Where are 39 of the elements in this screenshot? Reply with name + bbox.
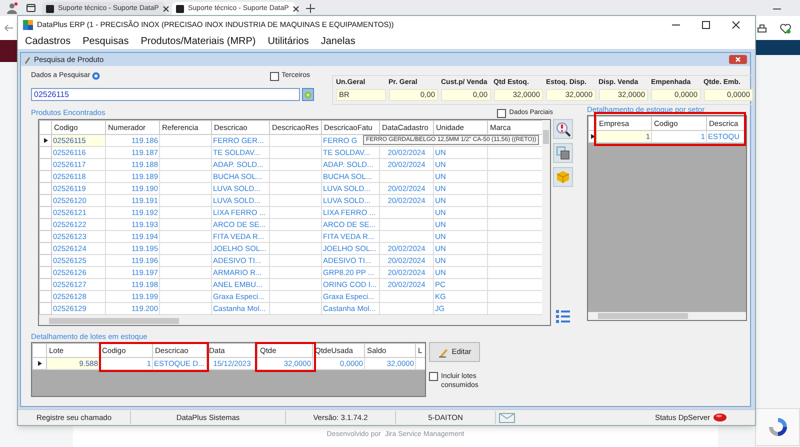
app-logo-icon <box>23 20 33 30</box>
close-icon[interactable] <box>292 6 299 12</box>
search-button[interactable] <box>302 88 314 101</box>
favicon-icon <box>176 5 184 13</box>
recaptcha-icon <box>766 416 788 438</box>
checkbox[interactable] <box>270 72 279 80</box>
scrollbar[interactable] <box>588 312 746 320</box>
heart-icon[interactable] <box>780 24 791 34</box>
tab-actions-icon[interactable] <box>26 3 36 13</box>
search-alert-icon[interactable] <box>553 119 573 139</box>
pencil-icon <box>438 346 449 358</box>
maximize-icon[interactable] <box>702 21 710 29</box>
close-icon[interactable] <box>162 6 169 12</box>
close-icon <box>735 57 741 62</box>
current-row-icon <box>44 138 48 143</box>
menu-item[interactable]: Utilitários <box>268 34 309 49</box>
status-light-icon <box>713 413 727 422</box>
profile-icon[interactable] <box>6 2 18 14</box>
checkbox[interactable] <box>497 108 506 118</box>
new-tab-icon[interactable] <box>306 4 315 13</box>
close-icon[interactable] <box>732 21 740 29</box>
print-icon[interactable] <box>757 24 767 34</box>
menu-item[interactable]: Cadastros <box>25 34 71 49</box>
menu-item[interactable]: Pesquisas <box>82 34 129 49</box>
search-field[interactable]: 02526115 <box>31 88 300 101</box>
checkbox[interactable] <box>429 372 438 381</box>
pencil-icon <box>24 56 31 64</box>
help-icon[interactable] <box>92 72 100 80</box>
close-button[interactable] <box>729 55 747 64</box>
copy-icon[interactable] <box>553 143 573 163</box>
header-bar <box>755 40 800 55</box>
favicon-icon <box>46 5 54 13</box>
back-icon[interactable] <box>4 24 14 32</box>
menu-item[interactable]: Janelas <box>320 34 356 49</box>
menu-item[interactable]: Produtos/Materiais (MRP) <box>140 34 256 49</box>
current-row-icon <box>38 361 42 366</box>
highlight-frame <box>255 342 316 372</box>
minimize-icon[interactable] <box>773 8 781 10</box>
current-row-icon <box>590 134 594 139</box>
